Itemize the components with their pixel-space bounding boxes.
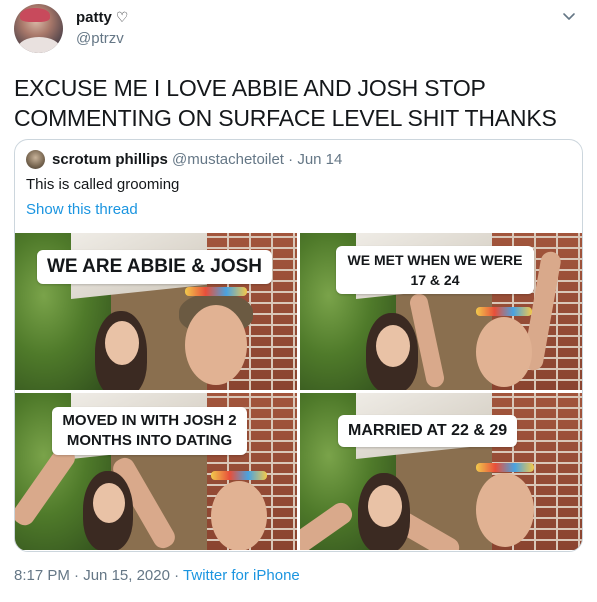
quoted-date: Jun 14 (297, 151, 343, 168)
footer-separator: · (174, 567, 180, 584)
media-image-4[interactable]: MARRIED AT 22 & 29 (300, 393, 582, 550)
avatar-shirt (18, 37, 60, 53)
tweet-footer: 8:17 PM · Jun 15, 2020 · Twitter for iPh… (14, 567, 300, 584)
media-grid: WE ARE ABBIE & JOSH WE MET WHEN WE WERE … (15, 233, 582, 551)
quoted-name: scrotum phillips (52, 151, 168, 168)
show-thread-link[interactable]: Show this thread (26, 201, 138, 218)
quoted-avatar (26, 150, 45, 169)
quoted-separator: · (288, 151, 294, 168)
tweet-source-link[interactable]: Twitter for iPhone (183, 567, 300, 584)
media-caption: MARRIED AT 22 & 29 (338, 415, 518, 447)
media-image-1[interactable]: WE ARE ABBIE & JOSH (15, 233, 297, 390)
author-name-text[interactable]: patty (76, 9, 112, 26)
sunglasses (476, 307, 532, 316)
quoted-handle: @mustachetoilet (172, 151, 284, 168)
woman-face (105, 321, 139, 365)
media-caption: WE MET WHEN WE WERE 17 & 24 (336, 246, 534, 294)
tweet-time[interactable]: 8:17 PM (14, 567, 70, 584)
footer-separator: · (74, 567, 80, 584)
media-caption: WE ARE ABBIE & JOSH (37, 250, 273, 284)
man-face (476, 317, 532, 387)
author-name[interactable]: patty ♡ (76, 9, 128, 26)
author-avatar[interactable] (14, 4, 63, 53)
woman-face (93, 483, 125, 523)
chevron-down-icon[interactable] (561, 8, 577, 24)
avatar-hat (20, 8, 50, 22)
heart-icon: ♡ (115, 9, 129, 25)
author-handle[interactable]: @ptrzv (76, 30, 124, 47)
media-caption: MOVED IN WITH JOSH 2 MONTHS INTO DATING (52, 407, 247, 455)
media-image-2[interactable]: WE MET WHEN WE WERE 17 & 24 (300, 233, 582, 390)
quoted-tweet[interactable]: scrotum phillips @mustachetoilet · Jun 1… (14, 139, 583, 552)
sunglasses (211, 471, 267, 480)
tweet-text: EXCUSE ME I LOVE ABBIE AND JOSH STOP COM… (14, 75, 557, 131)
woman-face (368, 485, 402, 527)
sunglasses (185, 287, 247, 296)
quoted-header: scrotum phillips @mustachetoilet · Jun 1… (52, 151, 342, 168)
sunglasses (476, 463, 534, 472)
quoted-text: This is called grooming (26, 176, 180, 193)
woman-face (376, 325, 410, 367)
man-face (185, 305, 247, 385)
man-face (476, 473, 534, 547)
tweet-date[interactable]: Jun 15, 2020 (83, 567, 170, 584)
media-image-3[interactable]: MOVED IN WITH JOSH 2 MONTHS INTO DATING (15, 393, 297, 550)
man-face (211, 481, 267, 550)
